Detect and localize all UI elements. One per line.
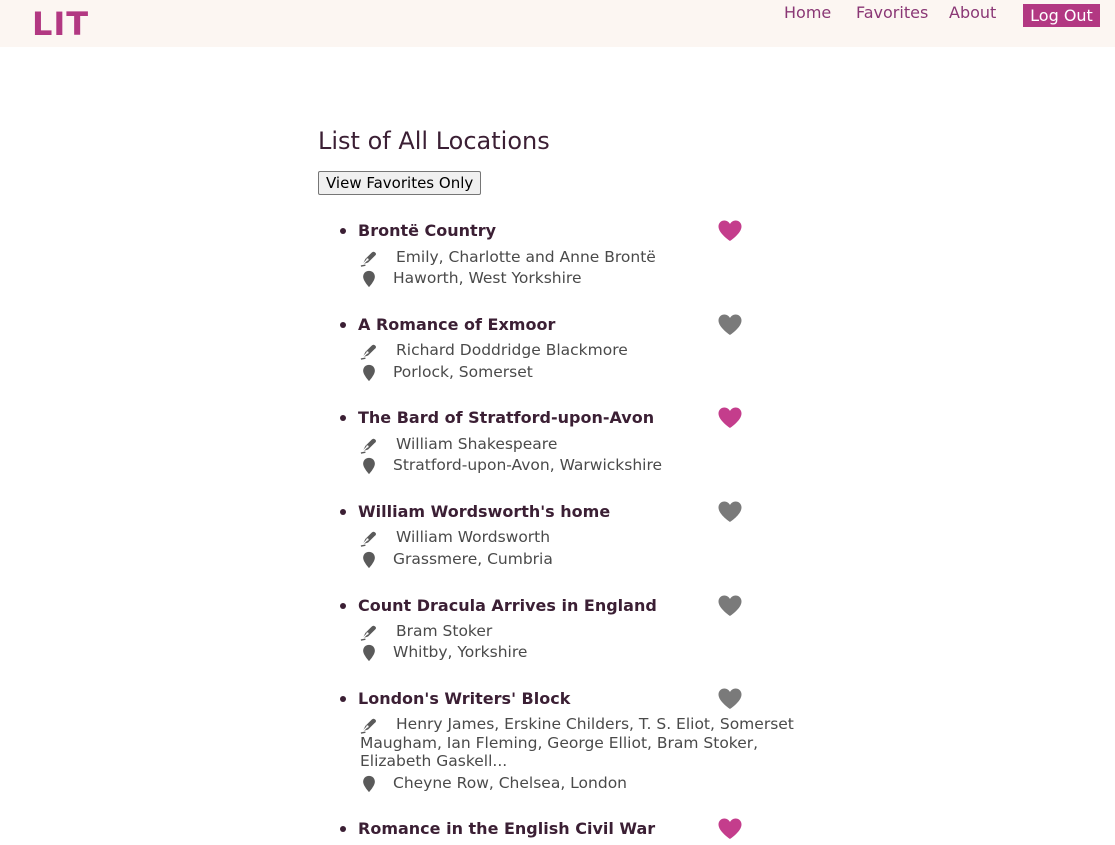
favorite-heart-icon[interactable]	[717, 687, 743, 711]
list-bullet	[340, 228, 346, 234]
pen-icon	[360, 342, 378, 360]
pen-icon	[360, 436, 378, 454]
list-bullet	[340, 322, 346, 328]
author-text: Bram Stoker	[396, 622, 493, 640]
page-title: List of All Locations	[318, 127, 550, 155]
location-title[interactable]: Brontë Country	[358, 221, 496, 241]
top-navbar: LIT Home Favorites About Log Out	[0, 0, 1115, 47]
favorite-heart-icon[interactable]	[717, 500, 743, 524]
place-text: Grassmere, Cumbria	[393, 550, 553, 568]
place-text: Haworth, West Yorkshire	[393, 269, 582, 287]
location-title[interactable]: Count Dracula Arrives in England	[358, 596, 657, 616]
author-row: Richard Doddridge Blackmore	[360, 341, 810, 360]
favorite-heart-icon[interactable]	[717, 219, 743, 243]
map-pin-icon	[360, 364, 378, 382]
author-text: Henry James, Erskine Childers, T. S. Eli…	[360, 715, 794, 770]
logout-button[interactable]: Log Out	[1023, 4, 1100, 27]
author-text: Richard Doddridge Blackmore	[396, 341, 628, 359]
list-bullet	[340, 415, 346, 421]
place-text: Stratford-upon-Avon, Warwickshire	[393, 456, 663, 474]
pen-icon	[360, 623, 378, 641]
author-row: Emily, Charlotte and Anne Brontë	[360, 248, 810, 267]
nav-link-favorites[interactable]: Favorites	[856, 3, 928, 23]
author-row: Bram Stoker	[360, 622, 810, 641]
author-text: Emily, Charlotte and Anne Brontë	[396, 248, 656, 266]
map-pin-icon	[360, 457, 378, 475]
location-title[interactable]: London's Writers' Block	[358, 689, 570, 709]
pen-icon	[360, 249, 378, 267]
location-title[interactable]: A Romance of Exmoor	[358, 315, 555, 335]
list-bullet	[340, 509, 346, 515]
nav-link-home[interactable]: Home	[784, 3, 831, 23]
place-text: Porlock, Somerset	[393, 363, 533, 381]
favorite-heart-icon[interactable]	[717, 313, 743, 337]
map-pin-icon	[360, 775, 378, 793]
site-logo[interactable]: LIT	[32, 4, 89, 44]
list-bullet	[340, 696, 346, 702]
location-title[interactable]: William Wordsworth's home	[358, 502, 610, 522]
map-pin-icon	[360, 644, 378, 662]
view-favorites-only-button[interactable]: View Favorites Only	[318, 171, 482, 195]
favorite-heart-icon[interactable]	[717, 817, 743, 841]
location-title[interactable]: Romance in the English Civil War	[358, 819, 655, 839]
author-row: Henry James, Erskine Childers, T. S. Eli…	[360, 715, 810, 771]
list-bullet	[340, 603, 346, 609]
favorite-heart-icon[interactable]	[717, 594, 743, 618]
favorite-heart-icon[interactable]	[717, 406, 743, 430]
place-text: Cheyne Row, Chelsea, London	[393, 774, 627, 792]
author-text: William Wordsworth	[396, 528, 551, 546]
list-bullet	[340, 826, 346, 832]
map-pin-icon	[360, 551, 378, 569]
pen-icon	[360, 529, 378, 547]
author-row: William Shakespeare	[360, 435, 810, 454]
pen-icon	[360, 716, 378, 734]
place-text: Whitby, Yorkshire	[393, 643, 528, 661]
location-title[interactable]: The Bard of Stratford-upon-Avon	[358, 408, 654, 428]
map-pin-icon	[360, 270, 378, 288]
author-text: William Shakespeare	[396, 435, 558, 453]
author-row: William Wordsworth	[360, 528, 810, 547]
nav-link-about[interactable]: About	[949, 3, 996, 23]
